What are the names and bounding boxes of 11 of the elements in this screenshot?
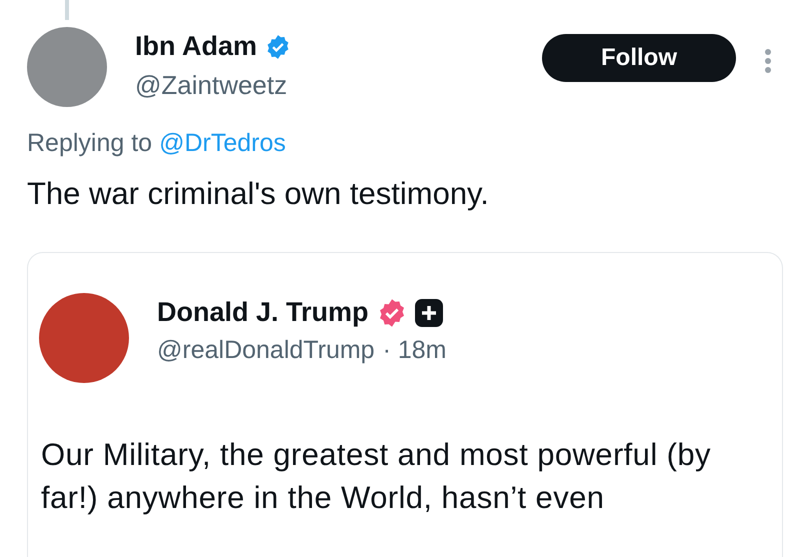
tweet-text: The war criminal's own testimony.: [26, 175, 490, 212]
author-handle: @realDonaldTrump: [157, 336, 375, 365]
quoted-text: Our Military, the greatest and most powerful (by far!) anywhere in the World, hasn’t even: [40, 436, 712, 517]
author-name: Ibn Adam: [135, 31, 258, 62]
quoted-post-card[interactable]: Donald J. Trump @realDonaldTrump · 18m Our Military, the greatest and most powerful (by far!) anywhere in the World, hasn’t even: [27, 252, 783, 557]
more-icon[interactable]: [764, 48, 772, 74]
replying-label: Replying to: [27, 129, 152, 158]
author-name: Donald J. Trump: [157, 297, 369, 328]
author-handle: @Zaintweetz: [135, 70, 288, 101]
follow-button[interactable]: Follow: [542, 34, 736, 82]
post-time: · 18m: [382, 336, 446, 365]
